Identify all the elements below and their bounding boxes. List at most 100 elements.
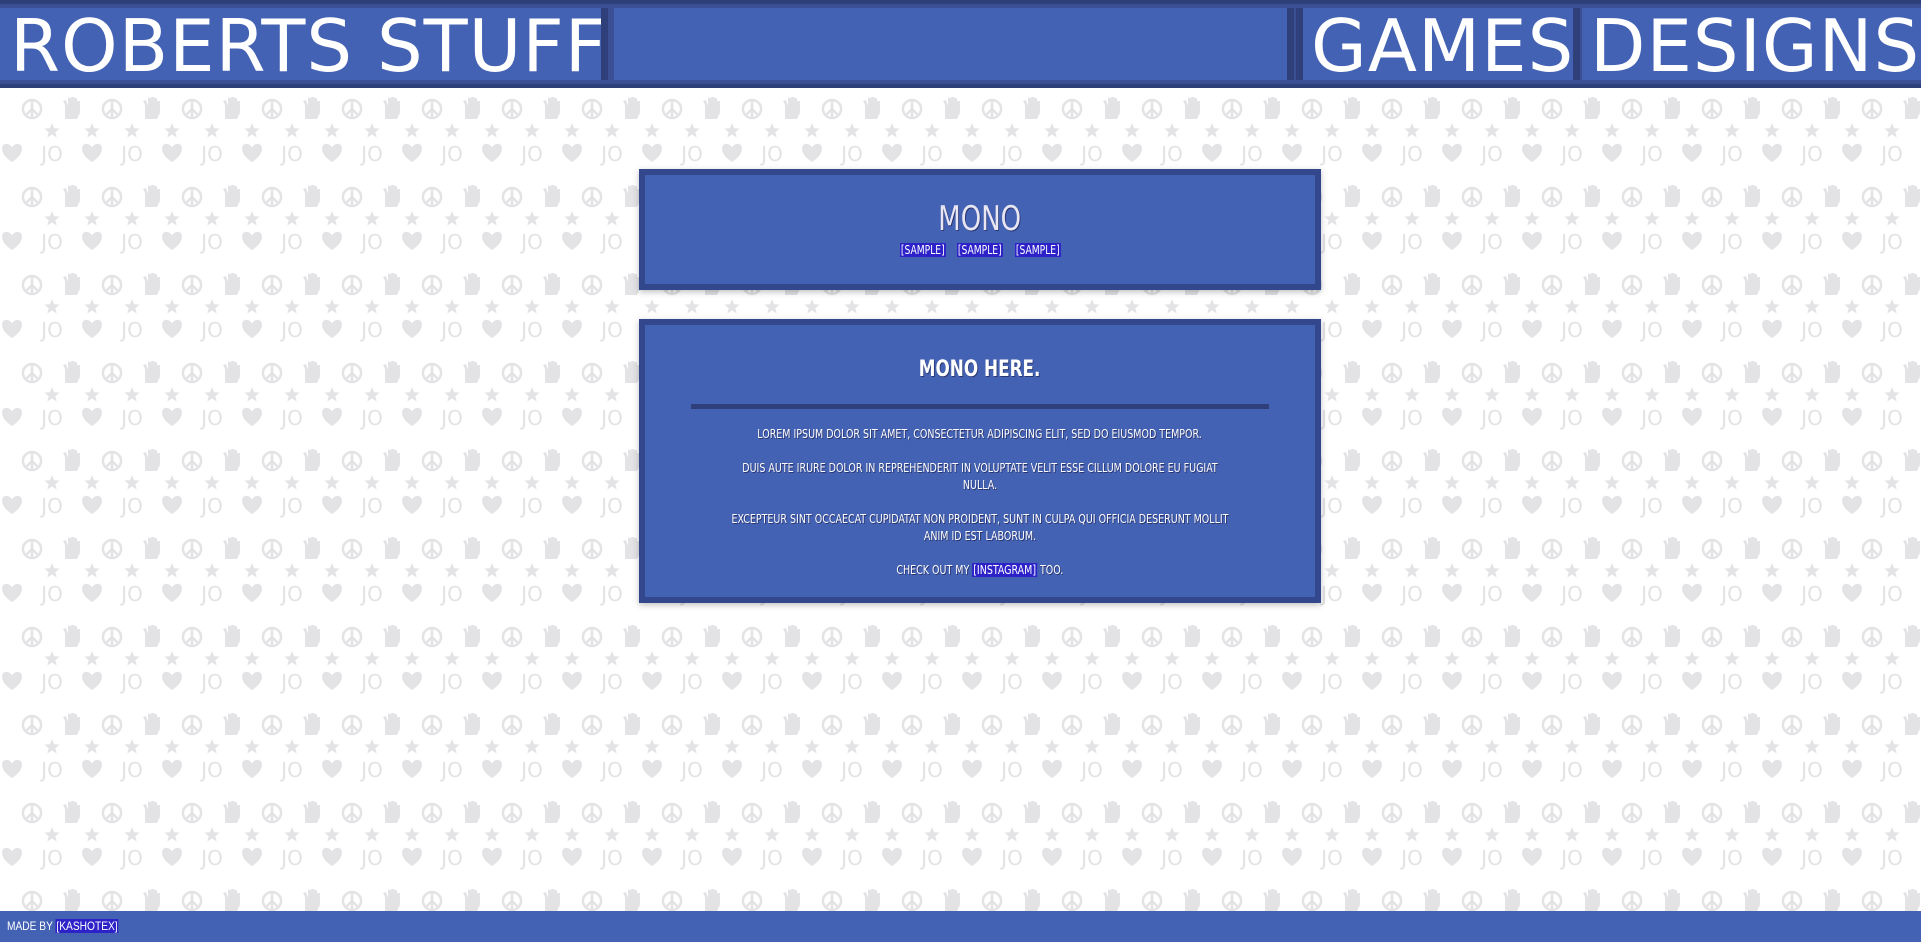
- heart-icon: [1521, 847, 1543, 866]
- hand-icon: [1743, 889, 1760, 911]
- sample-link-1[interactable]: [SAMPLE]: [899, 243, 946, 257]
- jo-text: JO: [279, 230, 303, 254]
- star-icon: [1524, 651, 1540, 666]
- instagram-link[interactable]: [INSTAGRAM]: [972, 563, 1038, 577]
- peace-icon: [421, 186, 443, 208]
- peace-icon: [341, 450, 363, 472]
- star-icon: [724, 299, 740, 314]
- hand-icon: [143, 185, 160, 207]
- heart-icon: [1521, 495, 1543, 514]
- hand-icon: [1663, 449, 1680, 471]
- heart-icon: [1441, 583, 1463, 602]
- star-icon: [1324, 563, 1340, 578]
- star-icon: [1244, 123, 1260, 138]
- main-title: MONO HERE.: [919, 357, 1041, 382]
- heart-icon: [81, 231, 103, 250]
- hand-icon: [1343, 273, 1360, 295]
- peace-icon: [1381, 890, 1403, 911]
- star-icon: [524, 739, 540, 754]
- star-icon: [884, 123, 900, 138]
- star-icon: [524, 563, 540, 578]
- star-icon: [1524, 739, 1540, 754]
- star-icon: [1084, 739, 1100, 754]
- jo-text: JO: [1319, 846, 1343, 870]
- star-icon: [884, 739, 900, 754]
- star-icon: [324, 563, 340, 578]
- jo-text: JO: [1319, 318, 1343, 342]
- heart-icon: [161, 143, 183, 162]
- sample-link-2[interactable]: [SAMPLE]: [957, 243, 1003, 257]
- peace-icon: [501, 890, 523, 911]
- jo-text: JO: [1399, 670, 1423, 694]
- star-icon: [1764, 211, 1780, 226]
- nav-designs-link[interactable]: DESIGNS: [1582, 8, 1921, 80]
- hand-icon: [1743, 273, 1760, 295]
- star-icon: [524, 299, 540, 314]
- peace-icon: [1381, 98, 1403, 120]
- jo-text: JO: [1079, 670, 1103, 694]
- sample-links-row: [SAMPLE] [SAMPLE] [SAMPLE]: [645, 243, 1315, 257]
- peace-icon: [1301, 890, 1323, 911]
- star-icon: [844, 123, 860, 138]
- jo-text: JO: [1879, 318, 1903, 342]
- hand-icon: [543, 97, 560, 119]
- jo-text: JO: [1559, 318, 1583, 342]
- heart-icon: [561, 671, 583, 690]
- hand-icon: [1263, 625, 1280, 647]
- peace-icon: [1861, 890, 1883, 911]
- star-icon: [804, 299, 820, 314]
- heart-icon: [161, 671, 183, 690]
- star-icon: [724, 651, 740, 666]
- hand-icon: [1503, 97, 1520, 119]
- hand-icon: [863, 625, 880, 647]
- peace-icon: [261, 362, 283, 384]
- hand-icon: [463, 97, 480, 119]
- star-icon: [1244, 739, 1260, 754]
- star-icon: [1084, 827, 1100, 842]
- jo-text: JO: [1319, 582, 1343, 606]
- heart-icon: [481, 671, 503, 690]
- peace-icon: [261, 186, 283, 208]
- heart-icon: [961, 143, 983, 162]
- peace-icon: [1621, 362, 1643, 384]
- star-icon: [124, 211, 140, 226]
- nav-games-link[interactable]: GAMES: [1296, 8, 1580, 80]
- hand-icon: [1903, 273, 1920, 295]
- star-icon: [284, 827, 300, 842]
- star-icon: [484, 299, 500, 314]
- hand-icon: [543, 185, 560, 207]
- peace-icon: [901, 890, 923, 911]
- peace-icon: [1381, 626, 1403, 648]
- star-icon: [1444, 739, 1460, 754]
- site-title[interactable]: ROBERTS STUFF: [0, 8, 608, 80]
- heart-icon: [321, 319, 343, 338]
- hand-icon: [1423, 537, 1440, 559]
- star-icon: [1204, 299, 1220, 314]
- star-icon: [1844, 123, 1860, 138]
- sample-link-3[interactable]: [SAMPLE]: [1014, 243, 1061, 257]
- heart-icon: [401, 671, 423, 690]
- peace-icon: [661, 714, 683, 736]
- star-icon: [564, 475, 580, 490]
- star-icon: [964, 123, 980, 138]
- hand-icon: [1183, 801, 1200, 823]
- star-icon: [164, 651, 180, 666]
- star-icon: [1324, 387, 1340, 402]
- hand-icon: [1663, 185, 1680, 207]
- heart-icon: [881, 143, 903, 162]
- star-icon: [884, 827, 900, 842]
- heart-icon: [481, 847, 503, 866]
- heart-icon: [801, 847, 823, 866]
- hand-icon: [1903, 537, 1920, 559]
- peace-icon: [1541, 274, 1563, 296]
- peace-icon: [501, 362, 523, 384]
- star-icon: [1764, 475, 1780, 490]
- footer-author-link[interactable]: [KASHOTEX]: [55, 919, 119, 933]
- star-icon: [524, 827, 540, 842]
- hand-icon: [1823, 713, 1840, 735]
- heart-icon: [481, 231, 503, 250]
- jo-text: JO: [39, 230, 63, 254]
- jo-text: JO: [439, 846, 463, 870]
- peace-icon: [1461, 538, 1483, 560]
- peace-icon: [1301, 714, 1323, 736]
